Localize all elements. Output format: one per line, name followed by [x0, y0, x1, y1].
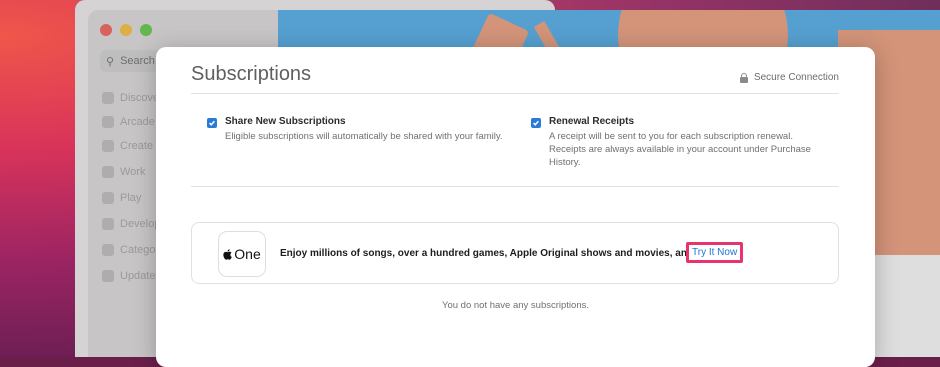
page-title: Subscriptions — [191, 63, 312, 85]
lock-icon — [739, 73, 748, 83]
option-title: Renewal Receipts — [549, 116, 635, 127]
renewal-receipts-option: Renewal Receipts A receipt will be sent … — [531, 116, 821, 169]
secure-connection-indicator: Secure Connection — [739, 72, 839, 83]
apple-one-promo: One Enjoy millions of songs, over a hund… — [191, 222, 839, 284]
divider — [191, 186, 839, 187]
checkmark-icon — [533, 120, 539, 126]
checkmark-icon — [209, 120, 215, 126]
try-it-now-link[interactable]: Try It Now — [686, 242, 744, 263]
share-subscriptions-option: Share New Subscriptions Eligible subscri… — [207, 116, 527, 143]
apple-icon — [223, 248, 233, 260]
option-title: Share New Subscriptions — [225, 116, 346, 127]
apple-one-logo: One — [218, 231, 266, 277]
option-description: Eligible subscriptions will automaticall… — [225, 131, 503, 142]
subscriptions-sheet: Subscriptions Secure Connection Share Ne… — [156, 47, 875, 367]
apple-one-logo-text: One — [234, 246, 261, 262]
option-description: A receipt will be sent to you for each s… — [549, 131, 811, 168]
no-subscriptions-message: You do not have any subscriptions. — [442, 300, 589, 311]
promo-text: Enjoy millions of songs, over a hundred … — [280, 248, 724, 259]
divider — [191, 93, 839, 94]
share-subscriptions-checkbox[interactable] — [207, 118, 217, 128]
secure-connection-label: Secure Connection — [753, 72, 839, 83]
renewal-receipts-checkbox[interactable] — [531, 118, 541, 128]
